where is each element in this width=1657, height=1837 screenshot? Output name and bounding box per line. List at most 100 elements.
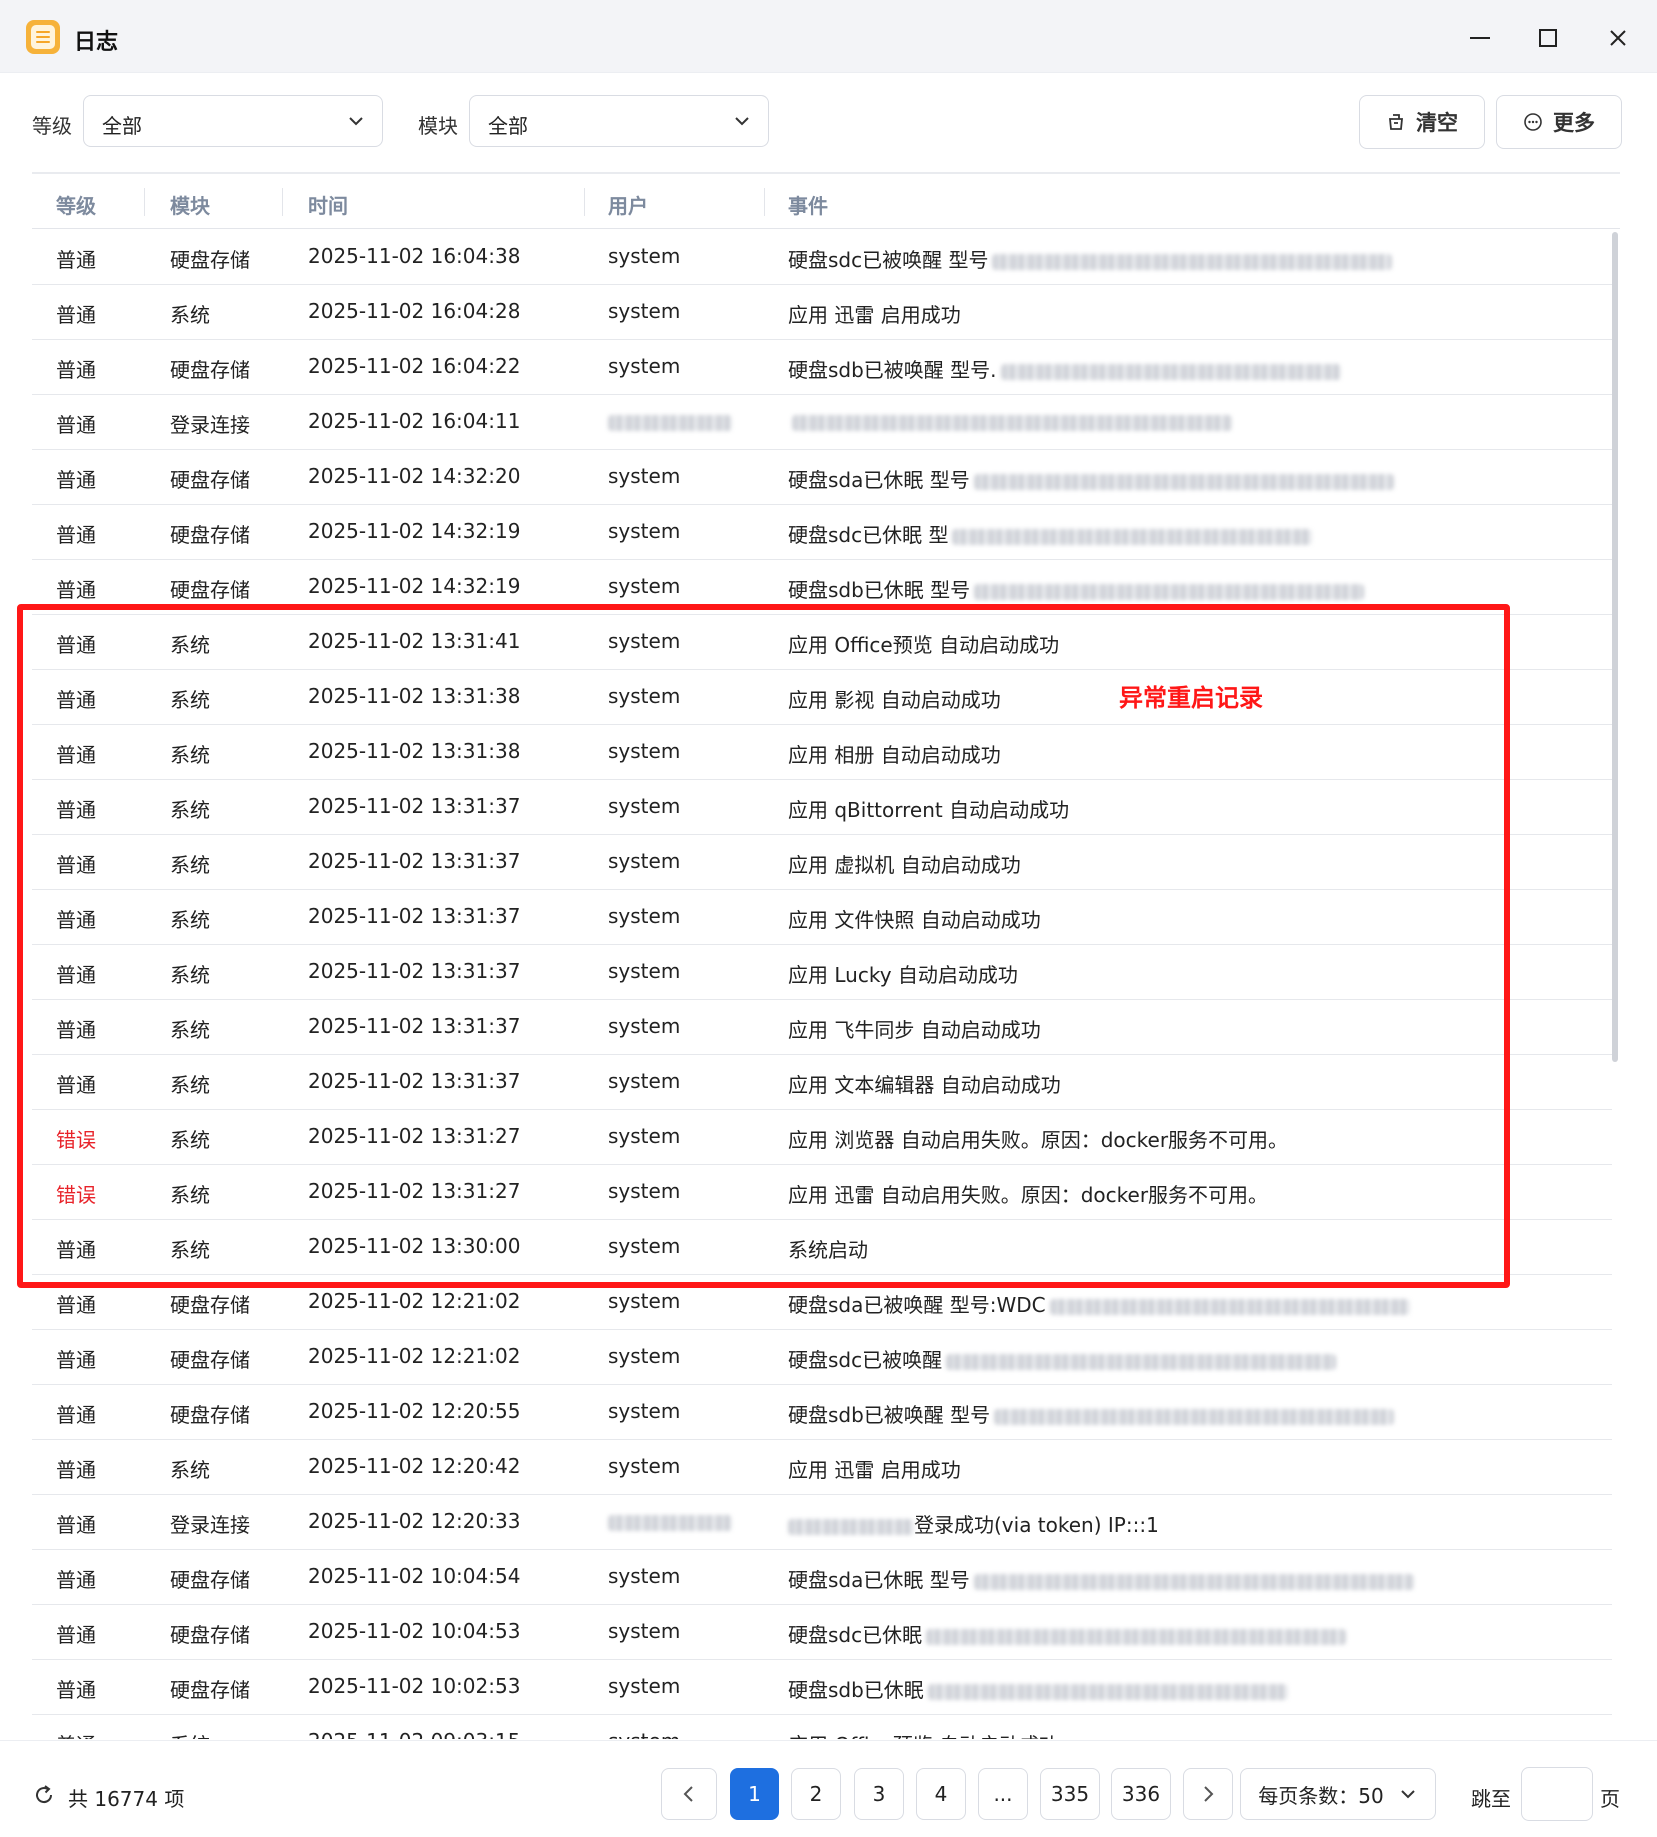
maximize-button[interactable]	[1528, 18, 1568, 58]
minimize-button[interactable]	[1460, 18, 1500, 58]
redacted-text	[608, 414, 732, 431]
vertical-scrollbar[interactable]	[1612, 232, 1618, 1062]
event-text: 硬盘sdb已休眠 型号	[788, 578, 971, 602]
level-cell: 普通	[56, 1678, 96, 1702]
more-button-label: 更多	[1553, 111, 1595, 135]
level-cell: 普通	[56, 303, 96, 327]
event-cell: 硬盘sdb已被唤醒 型号	[788, 1399, 1395, 1428]
redacted-text	[974, 583, 1365, 600]
event-cell: 硬盘sda已被唤醒 型号:WDC	[788, 1289, 1410, 1318]
user-cell: system	[608, 1564, 681, 1588]
header-user[interactable]: 用户	[608, 190, 648, 219]
minimize-icon	[1470, 37, 1490, 39]
table-row[interactable]: 普通 硬盘存储 2025-11-02 16:04:38 system 硬盘sdc已被唤醒…	[32, 229, 1612, 285]
event-text: 登录成功(via token) IP:::1	[914, 1513, 1159, 1537]
table-row[interactable]: 普通 硬盘存储 2025-11-02 16:04:22 system 硬盘sdb已被唤醒…	[32, 339, 1612, 395]
maximize-icon	[1539, 29, 1557, 47]
table-row[interactable]: 普通 硬盘存储 2025-11-02 10:02:53 system 硬盘sdb已休眠	[32, 1659, 1612, 1715]
table-row[interactable]: 普通 硬盘存储 2025-11-02 14:32:19 system 硬盘sdc已休眠 …	[32, 504, 1612, 560]
close-button[interactable]	[1598, 18, 1638, 58]
page-button-3[interactable]: 3	[854, 1768, 904, 1820]
column-separator[interactable]	[144, 188, 145, 216]
event-text: 硬盘sdc已被唤醒 型号	[788, 248, 989, 272]
user-cell: system	[608, 1729, 680, 1739]
page-button-1[interactable]: 1	[730, 1768, 779, 1820]
user-cell: system	[608, 1344, 681, 1368]
title-bar: 日志	[0, 0, 1657, 73]
level-select-value: 全部	[102, 114, 142, 138]
chevron-right-icon	[1204, 1786, 1214, 1802]
level-cell: 普通	[56, 1293, 96, 1317]
event-text: 硬盘sdc已休眠 型	[788, 523, 949, 547]
time-cell: 2025-11-02 12:20:55	[308, 1399, 521, 1423]
event-text: 应用 迅雷 启用成功	[788, 303, 961, 327]
redacted-text	[1000, 363, 1341, 380]
event-cell: 应用 迅雷 启用成功	[788, 1454, 961, 1483]
time-cell: 2025-11-02 10:02:53	[308, 1674, 521, 1698]
level-cell: 普通	[56, 1623, 96, 1647]
page-button-335[interactable]: 335	[1040, 1768, 1100, 1820]
user-cell	[608, 409, 732, 433]
level-cell: 普通	[56, 1348, 96, 1372]
more-circle-icon	[1524, 113, 1542, 131]
table-row[interactable]: 普通 硬盘存储 2025-11-02 10:04:54 system 硬盘sda已休眠 …	[32, 1549, 1612, 1605]
module-select-value: 全部	[488, 114, 528, 138]
page-ellipsis[interactable]: ...	[978, 1768, 1028, 1820]
refresh-icon[interactable]	[32, 1783, 56, 1807]
table-row[interactable]: 普通 硬盘存储 2025-11-02 14:32:20 system 硬盘sda已休眠 …	[32, 449, 1612, 505]
page-suffix-label: 页	[1600, 1787, 1620, 1811]
module-cell: 登录连接	[170, 1513, 250, 1537]
module-select[interactable]: 全部	[469, 95, 769, 147]
page-button-2[interactable]: 2	[791, 1768, 841, 1820]
level-cell: 普通	[56, 248, 96, 272]
time-cell: 2025-11-02 14:32:19	[308, 574, 521, 598]
header-event[interactable]: 事件	[788, 190, 828, 219]
module-cell: 登录连接	[170, 413, 250, 437]
next-page-button[interactable]	[1183, 1768, 1233, 1820]
event-text: 硬盘sda已休眠 型号	[788, 1568, 970, 1592]
table-row[interactable]: 普通 系统 2025-11-02 16:04:28 system 应用 迅雷 启用成功	[32, 284, 1612, 340]
level-cell: 普通	[56, 468, 96, 492]
page-size-select[interactable]: 每页条数：50	[1240, 1768, 1436, 1820]
more-button[interactable]: 更多	[1496, 95, 1622, 149]
level-cell: 普通	[56, 523, 96, 547]
table-row[interactable]: 普通 登录连接 2025-11-02 16:04:11	[32, 394, 1612, 450]
user-cell: system	[608, 519, 681, 543]
jump-page-input[interactable]	[1521, 1767, 1593, 1821]
redacted-text	[608, 1514, 732, 1531]
level-cell: 普通	[56, 1568, 96, 1592]
prev-page-button[interactable]	[661, 1768, 717, 1820]
table-row[interactable]: 普通 登录连接 2025-11-02 12:20:33 登录成功(via token)…	[32, 1494, 1612, 1550]
header-level[interactable]: 等级	[56, 190, 96, 219]
header-time[interactable]: 时间	[308, 190, 348, 219]
level-cell: 普通	[56, 1729, 96, 1739]
time-cell: 2025-11-02 16:04:11	[308, 409, 521, 433]
column-separator[interactable]	[282, 188, 283, 216]
chevron-down-icon	[1401, 1790, 1415, 1799]
table-row[interactable]: 普通 硬盘存储 2025-11-02 12:21:02 system 硬盘sdc已被唤醒	[32, 1329, 1612, 1385]
table-row[interactable]: 普通 硬盘存储 2025-11-02 10:04:53 system 硬盘sdc已休眠	[32, 1604, 1612, 1660]
level-cell: 普通	[56, 1403, 96, 1427]
time-cell: 2025-11-02 12:21:02	[308, 1344, 521, 1368]
level-select[interactable]: 全部	[83, 95, 383, 147]
table-row[interactable]: 普通 系统 2025-11-02 12:20:42 system 应用 迅雷 启用成功	[32, 1439, 1612, 1495]
user-cell: system	[608, 574, 681, 598]
redacted-text	[973, 473, 1394, 490]
page-button-4[interactable]: 4	[916, 1768, 966, 1820]
page-button-336[interactable]: 336	[1111, 1768, 1171, 1820]
time-cell: 2025-11-02 12:21:02	[308, 1289, 521, 1313]
window-title: 日志	[74, 30, 119, 55]
header-module[interactable]: 模块	[170, 190, 210, 219]
time-cell: 2025-11-02 09:03:15	[308, 1729, 520, 1739]
column-separator[interactable]	[764, 188, 765, 216]
table-row[interactable]: 普通 硬盘存储 2025-11-02 12:20:55 system 硬盘sdb已被唤醒…	[32, 1384, 1612, 1440]
table-row[interactable]: 普通 系统 2025-11-02 09:03:15 system 应用 Office预览…	[32, 1714, 1612, 1739]
event-text: 硬盘sdb已被唤醒 型号.	[788, 358, 997, 382]
jump-to-label: 跳至	[1471, 1787, 1511, 1811]
pagination-footer: 共 16774 项 1 2 3 4 ... 335 336 每页条数：50 跳至…	[0, 1740, 1657, 1837]
redacted-text	[994, 1408, 1395, 1425]
chevron-left-icon	[683, 1786, 693, 1802]
column-separator[interactable]	[584, 188, 585, 216]
module-cell: 硬盘存储	[170, 1348, 250, 1372]
clear-button[interactable]: 清空	[1359, 95, 1485, 149]
